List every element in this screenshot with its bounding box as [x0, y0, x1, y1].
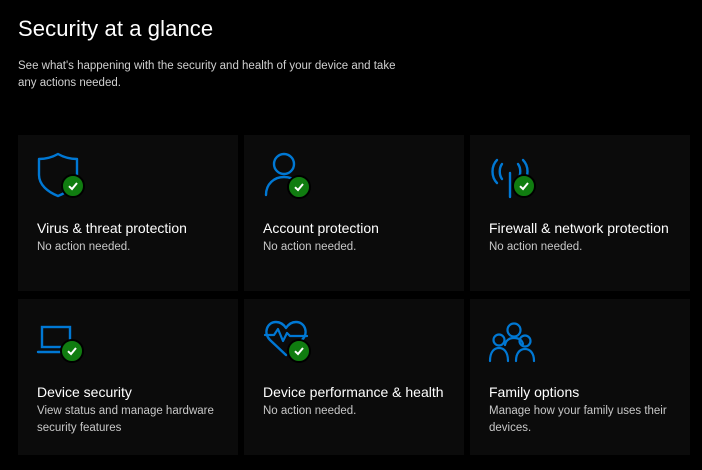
shield-icon	[36, 151, 86, 201]
check-badge-icon	[60, 339, 84, 363]
tile-firewall-network-protection[interactable]: Firewall & network protection No action …	[470, 135, 690, 291]
tile-title: Account protection	[263, 220, 379, 236]
tile-status: No action needed.	[263, 241, 357, 253]
heart-pulse-icon	[262, 319, 312, 369]
tile-status: No action needed.	[37, 241, 131, 253]
tile-status: No action needed.	[263, 405, 357, 417]
tile-title: Family options	[489, 384, 580, 400]
family-icon	[488, 321, 538, 371]
laptop-icon	[36, 323, 86, 373]
tile-title: Firewall & network protection	[489, 220, 669, 236]
check-badge-icon	[287, 339, 311, 363]
check-badge-icon	[512, 174, 536, 198]
tile-device-performance-health[interactable]: Device performance & health No action ne…	[244, 299, 464, 455]
check-badge-icon	[287, 175, 311, 199]
tile-status: View status and manage hardware security…	[37, 405, 214, 434]
page-subtitle: See what's happening with the security a…	[18, 60, 396, 89]
tile-device-security[interactable]: Device security View status and manage h…	[18, 299, 238, 455]
person-icon	[262, 151, 312, 201]
tile-family-options[interactable]: Family options Manage how your family us…	[470, 299, 690, 455]
tile-title: Device performance & health	[263, 384, 444, 400]
check-badge-icon	[61, 174, 85, 198]
tile-title: Virus & threat protection	[37, 220, 187, 236]
antenna-icon	[488, 151, 538, 201]
tile-status: No action needed.	[489, 241, 583, 253]
tile-title: Device security	[37, 384, 132, 400]
page-title: Security at a glance	[18, 16, 214, 41]
tile-grid: Virus & threat protection No action need…	[18, 135, 690, 455]
tile-virus-threat-protection[interactable]: Virus & threat protection No action need…	[18, 135, 238, 291]
tile-status: Manage how your family uses their device…	[489, 405, 667, 434]
tile-account-protection[interactable]: Account protection No action needed.	[244, 135, 464, 291]
